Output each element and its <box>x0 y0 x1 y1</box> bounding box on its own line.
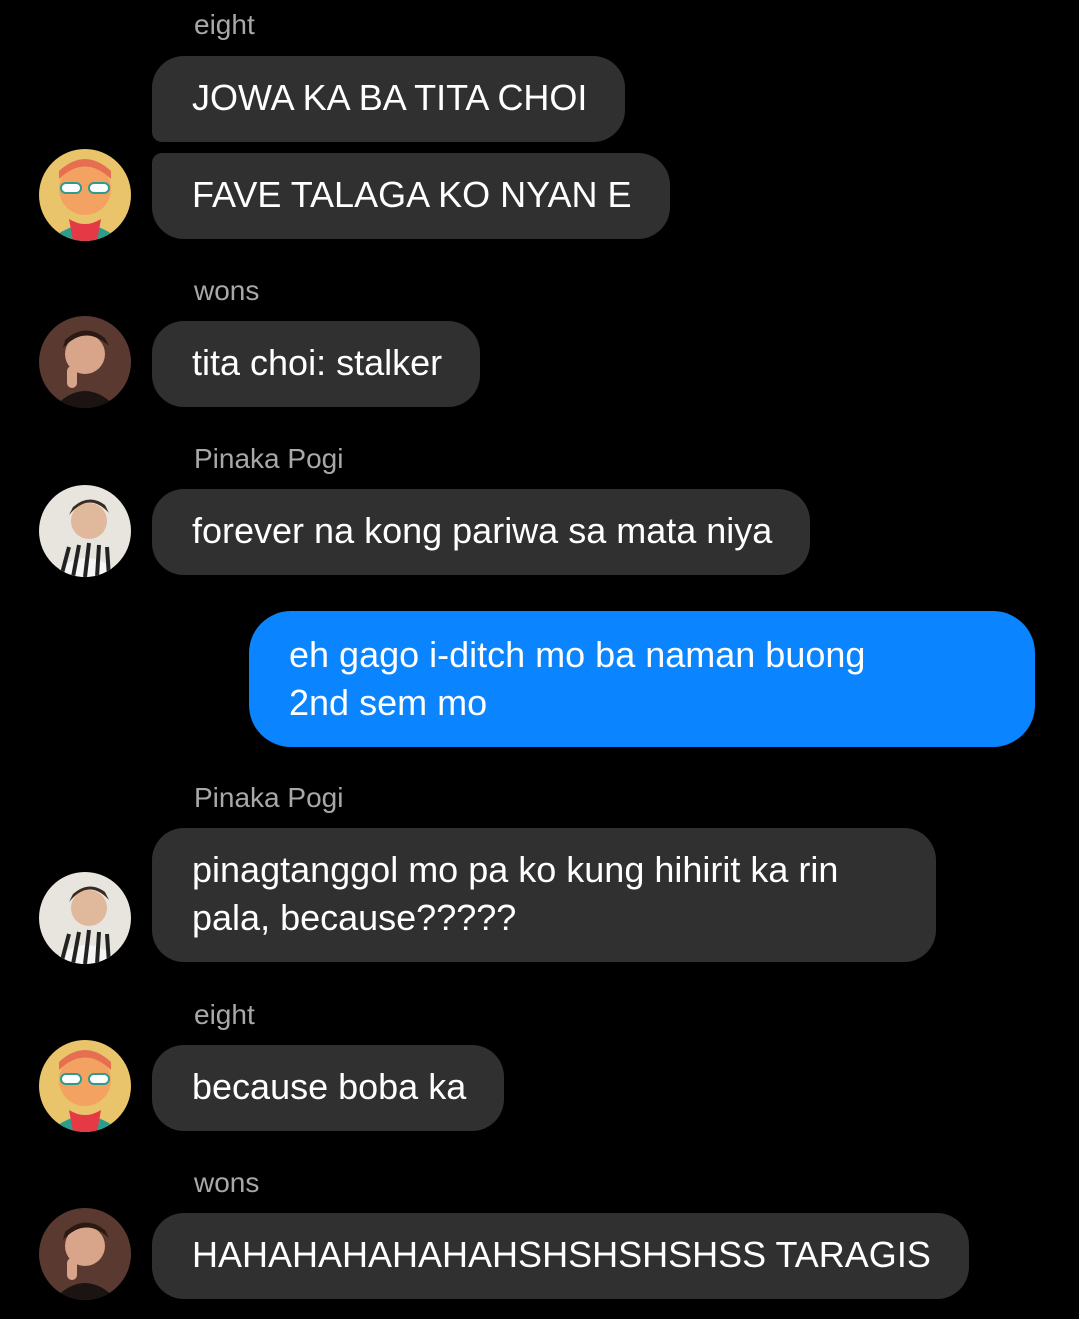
message-bubble[interactable]: HAHAHAHAHAHAHSHSHSHSHSS TARAGIS <box>152 1213 969 1299</box>
sender-name-pinaka-pogi: Pinaka Pogi <box>194 782 344 813</box>
message-bubble[interactable]: FAVE TALAGA KO NYAN E <box>152 153 670 239</box>
wons-avatar[interactable] <box>39 1208 131 1300</box>
message-text: tita choi: stalker <box>192 342 443 383</box>
message-bubble[interactable]: because boba ka <box>152 1045 505 1131</box>
pinaka-pogi-avatar[interactable] <box>39 872 131 964</box>
sender-name-eight: eight <box>194 9 255 40</box>
sender-name-pinaka-pogi: Pinaka Pogi <box>194 443 344 474</box>
eight-avatar[interactable] <box>39 149 131 241</box>
wons-avatar[interactable] <box>39 316 131 408</box>
message-bubble[interactable]: tita choi: stalker <box>152 321 481 407</box>
message-text: JOWA KA BA TITA CHOI <box>192 77 588 118</box>
message-text: HAHAHAHAHAHAHSHSHSHSHSS TARAGIS <box>192 1234 931 1275</box>
message-bubble[interactable]: pinagtanggol mo pa ko kung hihirit ka ri… <box>152 828 936 962</box>
outgoing-message-bubble[interactable]: eh gago i-ditch mo ba naman buong 2nd se… <box>249 611 1035 747</box>
message-text-line: pinagtanggol mo pa ko kung hihirit ka ri… <box>192 849 839 890</box>
message-text: FAVE TALAGA KO NYAN E <box>192 174 632 215</box>
sender-name-wons: wons <box>194 275 260 306</box>
message-bubble[interactable]: forever na kong pariwa sa mata niya <box>152 489 811 575</box>
sender-name-eight: eight <box>194 999 255 1030</box>
message-text: because boba ka <box>192 1066 467 1107</box>
sender-name-wons: wons <box>194 1167 260 1198</box>
message-bubble[interactable]: JOWA KA BA TITA CHOI <box>152 56 626 142</box>
message-text-line: 2nd sem mo <box>289 682 488 723</box>
message-text-line: pala, because????? <box>192 897 517 938</box>
message-text: forever na kong pariwa sa mata niya <box>192 510 773 551</box>
pinaka-pogi-avatar[interactable] <box>39 485 131 577</box>
eight-avatar[interactable] <box>39 1040 131 1132</box>
message-text-line: eh gago i-ditch mo ba naman buong <box>289 634 866 675</box>
